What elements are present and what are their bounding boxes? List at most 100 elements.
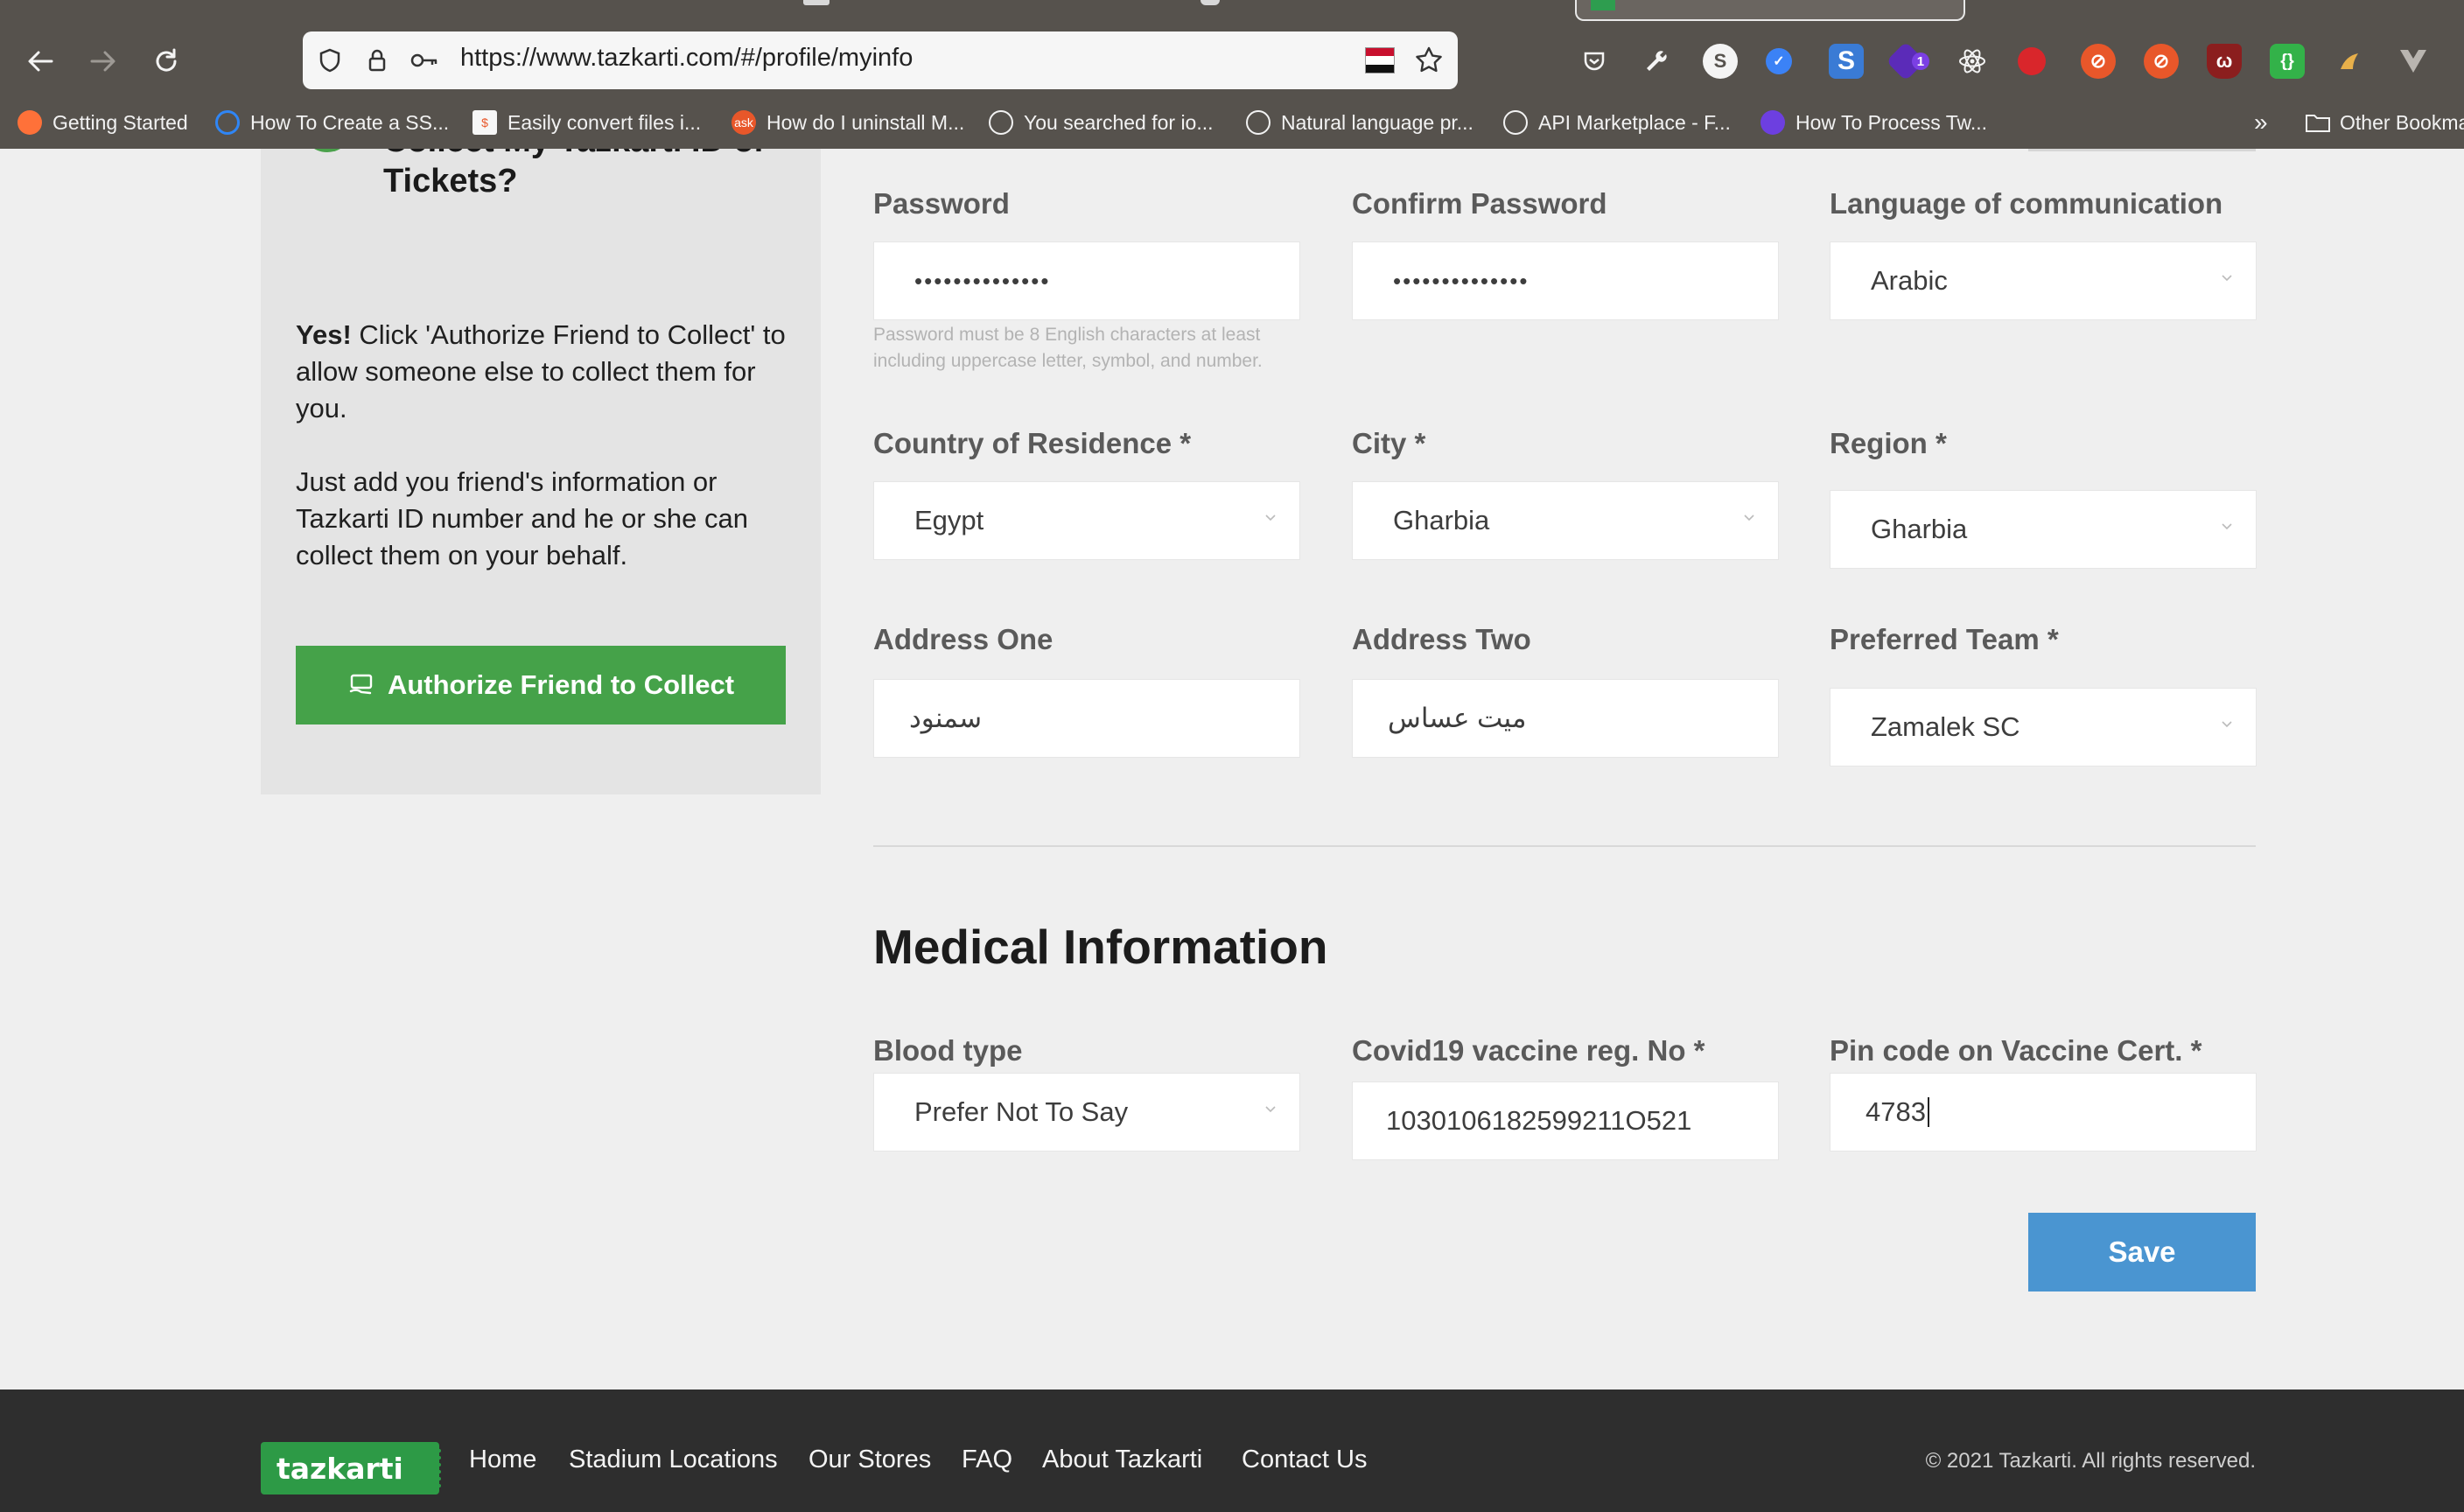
lock-icon[interactable] xyxy=(362,46,392,75)
globe-icon xyxy=(989,110,1013,135)
red-ext-icon[interactable] xyxy=(2018,47,2046,75)
hand-ticket-icon xyxy=(349,674,373,695)
city-select[interactable]: Gharbia xyxy=(1352,481,1779,560)
globe-icon xyxy=(1503,110,1528,135)
bookmark-api-marketplace[interactable]: API Marketplace - F... xyxy=(1503,103,1731,142)
chevron-down-icon xyxy=(1265,514,1276,522)
address-one-label: Address One xyxy=(873,623,1054,655)
password-hint: Password must be 8 English characters at… xyxy=(873,325,1263,371)
country-label: Country of Residence * xyxy=(873,427,1192,459)
pin-code-input[interactable]: 4783 xyxy=(1830,1073,2257,1152)
chevron-down-icon xyxy=(2222,275,2232,282)
diamond-ext-icon[interactable]: 1 xyxy=(1886,41,1929,81)
shield-icon[interactable] xyxy=(315,46,345,75)
chevron-down-icon xyxy=(1265,1106,1276,1113)
hand-ext-icon[interactable] xyxy=(2333,44,2368,79)
wrench-icon[interactable] xyxy=(1640,44,1675,79)
language-select[interactable]: Arabic xyxy=(1830,242,2257,320)
top-edge-line xyxy=(2028,149,2256,151)
other-bookmarks[interactable]: Other Bookmarks xyxy=(2305,103,2464,142)
bookmark-searched[interactable]: You searched for io... xyxy=(989,103,1214,142)
logo-ticket-notch xyxy=(438,1449,446,1488)
reload-button[interactable] xyxy=(147,42,186,80)
footer-link-about[interactable]: About Tazkarti xyxy=(1042,1446,1202,1474)
pocket-icon[interactable] xyxy=(1577,44,1612,79)
confirm-password-field[interactable]: •••••••••••••• xyxy=(1352,242,1779,320)
vue-devtools-icon[interactable] xyxy=(2396,44,2431,79)
bookmark-create-ss[interactable]: How To Create a SS... xyxy=(215,103,449,142)
panel-title: Collect My Tazkarti ID or Tickets? xyxy=(383,149,767,200)
s-logo-icon[interactable]: S xyxy=(1829,44,1864,79)
footer-link-our-stores[interactable]: Our Stores xyxy=(808,1446,931,1474)
bookmark-uninstall[interactable]: ask How do I uninstall M... xyxy=(732,103,964,142)
key-icon[interactable] xyxy=(410,46,439,75)
ublock-icon[interactable]: ω xyxy=(2207,44,2242,79)
team-value: Zamalek SC xyxy=(1871,711,2020,742)
egypt-flag-icon[interactable] xyxy=(1365,47,1395,74)
bookmark-convert-files[interactable]: $ Easily convert files i... xyxy=(472,103,701,142)
paw-icon xyxy=(1760,110,1785,135)
medical-section-title: Medical Information xyxy=(873,920,1328,974)
bookmark-process-tw[interactable]: How To Process Tw... xyxy=(1760,103,1987,142)
tab-indicator[interactable] xyxy=(803,0,830,5)
react-devtools-icon[interactable] xyxy=(1955,44,1990,79)
burp-ext-icon-2[interactable]: ⊘ xyxy=(2144,44,2179,79)
save-button[interactable]: Save xyxy=(2028,1213,2256,1292)
covid-reg-label: Covid19 vaccine reg. No * xyxy=(1352,1034,1705,1067)
region-label: Region * xyxy=(1830,427,1947,459)
city-label: City * xyxy=(1352,427,1426,459)
chevron-down-icon xyxy=(2222,523,2232,530)
url-text[interactable]: https://www.tazkarti.com/#/profile/myinf… xyxy=(460,44,913,73)
loader-icon xyxy=(215,110,240,135)
region-value: Gharbia xyxy=(1871,514,1968,544)
tab-indicator[interactable] xyxy=(1200,0,1220,5)
forward-arrow-icon xyxy=(90,51,116,72)
copyright-text: © 2021 Tazkarti. All rights reserved. xyxy=(1925,1449,2256,1473)
skype-s-icon[interactable]: S xyxy=(1703,44,1738,79)
active-tab[interactable] xyxy=(1575,0,1965,21)
address-two-input[interactable]: ميت عساس xyxy=(1352,679,1779,758)
pin-code-value: 4783 xyxy=(1866,1096,1926,1127)
footer-link-home[interactable]: Home xyxy=(469,1446,536,1474)
blood-type-value: Prefer Not To Say xyxy=(914,1096,1129,1127)
covid-reg-input[interactable]: 1030106182599211O521 xyxy=(1352,1082,1779,1160)
tab-favicon xyxy=(1591,0,1615,10)
text-cursor xyxy=(1927,1097,1929,1127)
chevron-down-icon xyxy=(1744,514,1754,522)
back-arrow-icon xyxy=(28,51,53,72)
bookmark-getting-started[interactable]: Getting Started xyxy=(18,103,188,142)
folder-icon xyxy=(2306,115,2330,132)
password-field[interactable]: •••••••••••••• xyxy=(873,242,1300,320)
blood-type-label: Blood type xyxy=(873,1034,1023,1067)
country-value: Egypt xyxy=(914,505,984,536)
country-select[interactable]: Egypt xyxy=(873,481,1300,560)
footer-link-faq[interactable]: FAQ xyxy=(962,1446,1012,1474)
bookmark-star-icon[interactable] xyxy=(1414,46,1444,75)
pin-code-label: Pin code on Vaccine Cert. * xyxy=(1830,1034,2202,1067)
panel-paragraph-2: Just add you friend's information or Taz… xyxy=(296,466,748,570)
city-value: Gharbia xyxy=(1393,505,1490,536)
region-select[interactable]: Gharbia xyxy=(1830,490,2257,569)
bookmarks-overflow-chevron-icon[interactable]: » xyxy=(2254,103,2268,142)
preferred-team-select[interactable]: Zamalek SC xyxy=(1830,688,2257,766)
page-content: Collect My Tazkarti ID or Tickets? Yes! … xyxy=(0,149,2464,1390)
footer-link-stadium-locations[interactable]: Stadium Locations xyxy=(569,1446,778,1474)
info-circle-icon xyxy=(301,149,354,152)
reload-icon xyxy=(156,48,177,72)
authorize-friend-button[interactable]: Authorize Friend to Collect xyxy=(296,646,786,724)
bookmark-natural-language[interactable]: Natural language pr... xyxy=(1246,103,1474,142)
check-badge-icon[interactable]: ✓ xyxy=(1766,48,1792,74)
address-bar[interactable]: https://www.tazkarti.com/#/profile/myinf… xyxy=(303,32,1458,89)
burp-ext-icon[interactable]: ⊘ xyxy=(2081,44,2116,79)
back-button[interactable] xyxy=(21,42,60,80)
authorize-friend-panel: Collect My Tazkarti ID or Tickets? Yes! … xyxy=(261,149,821,794)
forward-button[interactable] xyxy=(84,42,122,80)
json-viewer-icon[interactable]: {} xyxy=(2270,44,2305,79)
address-one-input[interactable]: سمنود xyxy=(873,679,1300,758)
browser-chrome: https://www.tazkarti.com/#/profile/myinf… xyxy=(0,0,2464,149)
footer-link-contact[interactable]: Contact Us xyxy=(1242,1446,1367,1474)
preferred-team-label: Preferred Team * xyxy=(1830,623,2059,655)
blood-type-select[interactable]: Prefer Not To Say xyxy=(873,1073,1300,1152)
password-label: Password xyxy=(873,187,1010,220)
tazkarti-logo[interactable]: tazkarti xyxy=(261,1442,441,1494)
